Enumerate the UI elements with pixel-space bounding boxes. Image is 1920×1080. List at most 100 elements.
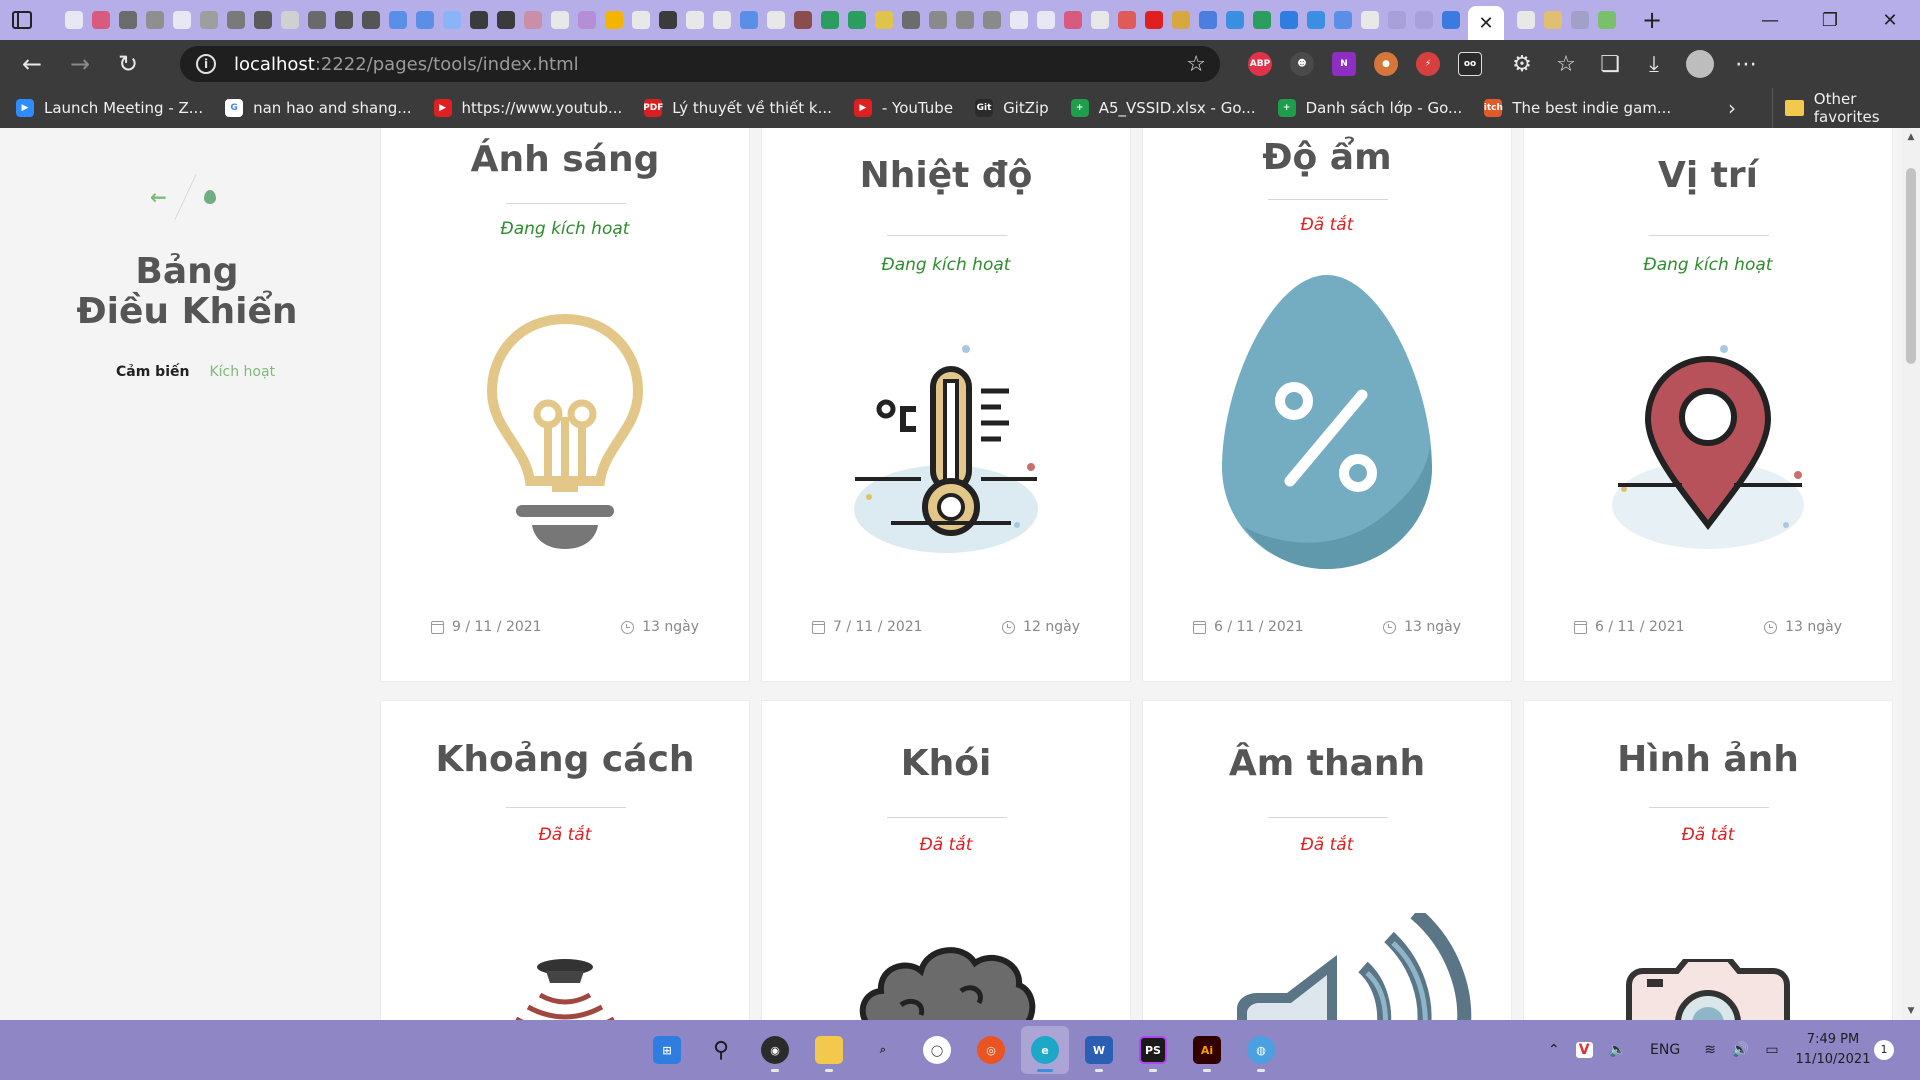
sensor-card[interactable]: Âm thanh Đã tắt: [1142, 700, 1512, 1020]
sensor-card[interactable]: Ánh sáng Đang kích hoạt 9 / 11 / 2021 13…: [380, 128, 750, 682]
tab-actions-button[interactable]: [0, 0, 44, 40]
bookmark-item[interactable]: + Danh sách lớp - Go...: [1277, 99, 1462, 117]
app-phpstorm[interactable]: PS: [1129, 1026, 1177, 1074]
page-scrollbar[interactable]: ▲ ▼: [1902, 128, 1920, 1020]
ghost-extension-icon[interactable]: ☻: [1290, 52, 1314, 76]
more-menu-icon[interactable]: ⋯: [1724, 40, 1768, 88]
tab-favicon[interactable]: [874, 11, 893, 29]
reader-extension-icon[interactable]: oo: [1458, 52, 1482, 76]
bookmark-item[interactable]: ▶ https://www.youtub...: [433, 99, 622, 117]
maximize-button[interactable]: ❐: [1800, 0, 1860, 40]
arrow-left-icon[interactable]: ←: [150, 185, 167, 209]
tab-favicon[interactable]: [496, 11, 515, 29]
chevron-up-icon[interactable]: ⌃: [1548, 1042, 1560, 1058]
volume-icon[interactable]: 🔊: [1732, 1042, 1749, 1058]
scrollbar-thumb[interactable]: [1906, 168, 1916, 364]
profile-avatar[interactable]: [1686, 50, 1714, 78]
cookie-icon[interactable]: ●: [1374, 52, 1398, 76]
bookmark-item[interactable]: + A5_VSSID.xlsx - Go...: [1070, 99, 1256, 117]
app-ubuntu[interactable]: ◎: [967, 1026, 1015, 1074]
app-word[interactable]: W: [1075, 1026, 1123, 1074]
battery-icon[interactable]: ▭: [1765, 1042, 1778, 1058]
scroll-down-arrow-icon[interactable]: ▼: [1902, 1002, 1920, 1020]
bookmark-item[interactable]: ▶ Launch Meeting - Z...: [16, 99, 203, 117]
active-tab-close-button[interactable]: ✕: [1468, 6, 1504, 40]
other-favorites-folder[interactable]: Other favorites: [1772, 88, 1920, 128]
tab-favicon[interactable]: [847, 11, 866, 29]
language-indicator[interactable]: ENG: [1650, 1042, 1680, 1058]
bookmark-item[interactable]: Git GitZip: [975, 99, 1049, 117]
back-button[interactable]: ←: [8, 40, 56, 88]
tab-favicon[interactable]: [712, 11, 731, 29]
extensions-puzzle-icon[interactable]: ⚙: [1500, 40, 1544, 88]
notification-badge[interactable]: 1: [1874, 1040, 1894, 1060]
tab-favicon[interactable]: [523, 11, 542, 29]
tab-favicon[interactable]: [361, 11, 380, 29]
tab-favicon[interactable]: [631, 11, 650, 29]
app-globe[interactable]: ◍: [1237, 1026, 1285, 1074]
minimize-button[interactable]: —: [1740, 0, 1800, 40]
tab-favicon[interactable]: [1597, 11, 1616, 29]
tab-favicon[interactable]: [1036, 11, 1055, 29]
taskbar-clock[interactable]: 7:49 PM 11/10/2021: [1788, 1030, 1878, 1070]
app-circle[interactable]: ◯: [913, 1026, 961, 1074]
bookmark-item[interactable]: ▶ - YouTube: [853, 99, 953, 117]
tab-favicon[interactable]: [604, 11, 623, 29]
sensor-card[interactable]: Độ ẩm Đã tắt 6 / 11 / 2021 13 ngày: [1142, 128, 1512, 682]
tab-favicon[interactable]: [64, 11, 83, 29]
tab-favicon[interactable]: [1225, 11, 1244, 29]
tab-favicon[interactable]: [928, 11, 947, 29]
tab-favicon[interactable]: [793, 11, 812, 29]
collections-icon[interactable]: ❏: [1588, 40, 1632, 88]
sensor-card[interactable]: Hình ảnh Đã tắt: [1523, 700, 1893, 1020]
favorites-icon[interactable]: ☆: [1544, 40, 1588, 88]
reload-button[interactable]: ↻: [104, 40, 152, 88]
tab-favicon[interactable]: [1252, 11, 1271, 29]
tab-favicon[interactable]: [1171, 11, 1190, 29]
tab-favicon[interactable]: [1009, 11, 1028, 29]
tab-favicon[interactable]: [1570, 11, 1589, 29]
tab-favicon[interactable]: [766, 11, 785, 29]
sensor-card[interactable]: Khói Đã tắt: [761, 700, 1131, 1020]
forward-button[interactable]: →: [56, 40, 104, 88]
app-obs[interactable]: ◉: [751, 1026, 799, 1074]
tab-favicon[interactable]: [280, 11, 299, 29]
speaker-mute-icon[interactable]: 🔈: [1609, 1042, 1626, 1058]
tab-favicon[interactable]: [226, 11, 245, 29]
vivaldi-tray-icon[interactable]: V: [1575, 1042, 1593, 1058]
tab-favicon[interactable]: [1144, 11, 1163, 29]
tab-favicon[interactable]: [118, 11, 137, 29]
sensor-card[interactable]: Nhiệt độ Đang kích hoạt 7 / 11 / 2021 12…: [761, 128, 1131, 682]
tab-favicon[interactable]: [415, 11, 434, 29]
tab-favicon[interactable]: [982, 11, 1001, 29]
address-bar[interactable]: i localhost:2222/pages/tools/index.html …: [180, 46, 1220, 82]
tab-favicon[interactable]: [1441, 11, 1460, 29]
add-favorite-icon[interactable]: ☆: [1186, 52, 1206, 77]
bookmark-item[interactable]: itch The best indie gam...: [1484, 99, 1671, 117]
tab-favicon[interactable]: [1090, 11, 1109, 29]
tab-favicon[interactable]: [820, 11, 839, 29]
bookmark-item[interactable]: Gnan hao and shang...: [225, 99, 412, 117]
tab-favicon[interactable]: [739, 11, 758, 29]
tab-favicon[interactable]: [469, 11, 488, 29]
tab-favicon[interactable]: [253, 11, 272, 29]
sensor-card[interactable]: Khoảng cách Đã tắt: [380, 700, 750, 1020]
window-close-button[interactable]: ✕: [1860, 0, 1920, 40]
tab-favicon[interactable]: [550, 11, 569, 29]
nav-active-link[interactable]: Kích hoạt: [209, 364, 275, 380]
wifi-icon[interactable]: ≋: [1704, 1042, 1716, 1058]
tab-favicon[interactable]: [1387, 11, 1406, 29]
tab-favicon[interactable]: [1516, 11, 1535, 29]
onenote-icon[interactable]: N: [1332, 52, 1356, 76]
sensor-card[interactable]: Vị trí Đang kích hoạt 6 / 11 / 2021 13 n…: [1523, 128, 1893, 682]
new-tab-button[interactable]: +: [1632, 6, 1672, 34]
scroll-up-arrow-icon[interactable]: ▲: [1902, 128, 1920, 146]
tab-favicon[interactable]: [1306, 11, 1325, 29]
start-button[interactable]: ⊞: [643, 1026, 691, 1074]
bookmarks-overflow-chevron-icon[interactable]: ›: [1728, 88, 1736, 128]
downloads-icon[interactable]: ⤓: [1632, 40, 1676, 88]
tab-favicon[interactable]: [388, 11, 407, 29]
tab-favicon[interactable]: [955, 11, 974, 29]
tab-favicon[interactable]: [1279, 11, 1298, 29]
nav-sensors-link[interactable]: Cảm biến: [116, 364, 189, 380]
